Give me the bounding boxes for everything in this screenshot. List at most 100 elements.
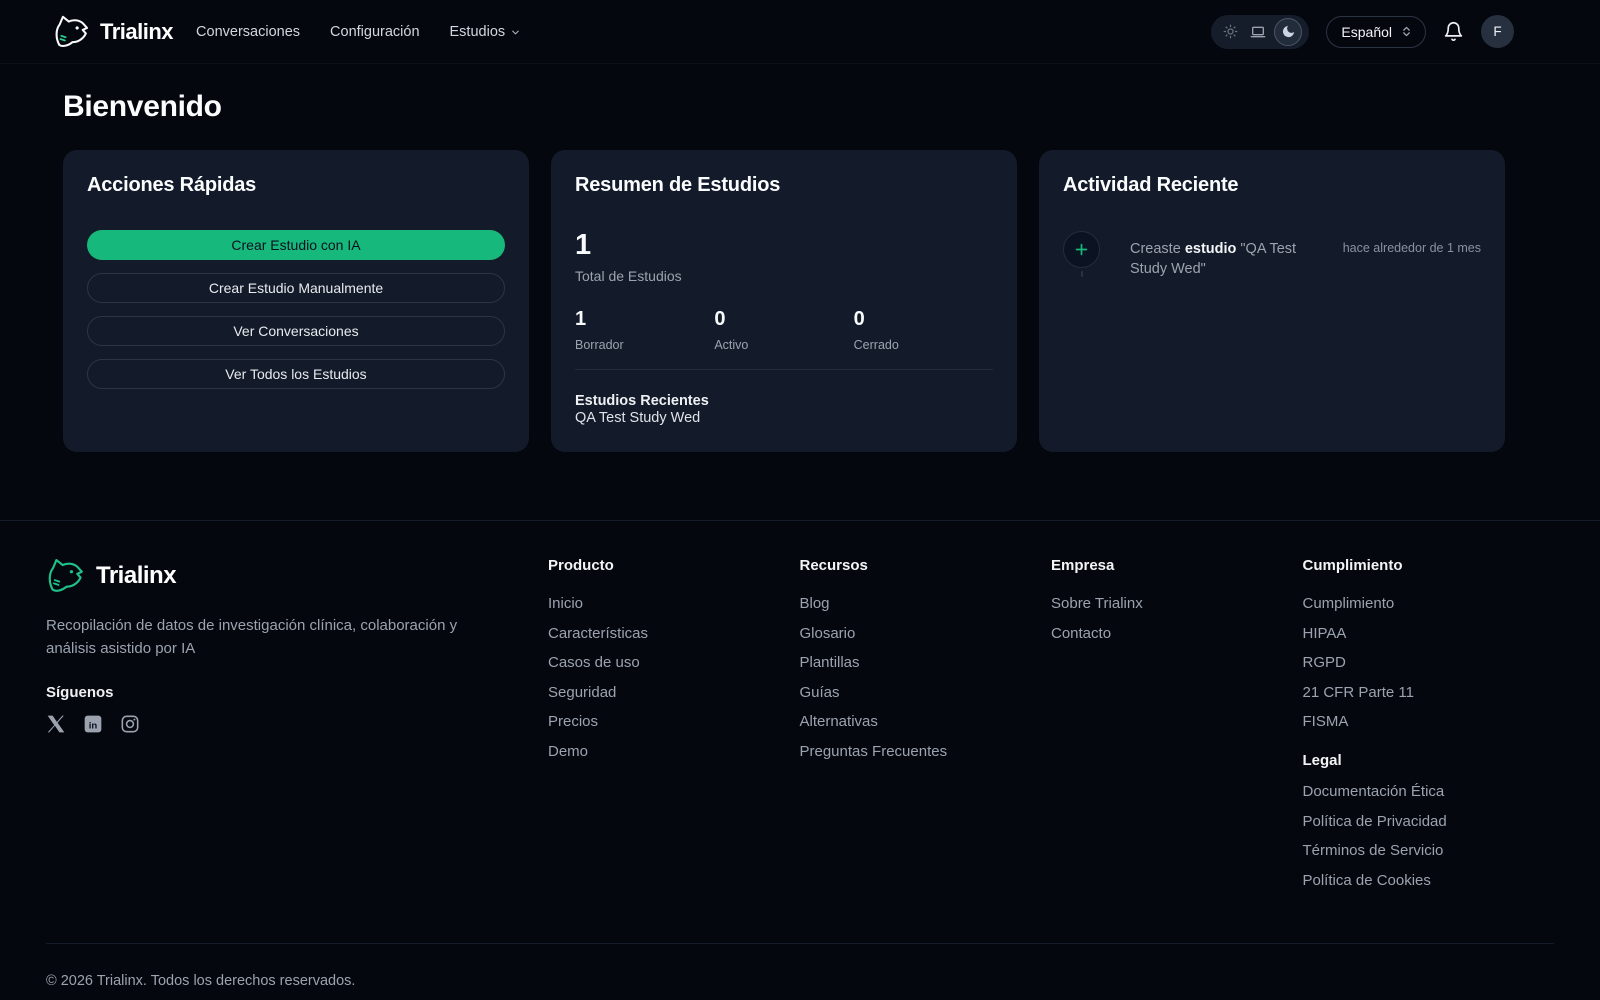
brand-logo[interactable]: Trialinx: [53, 14, 173, 49]
activity-timestamp: hace alrededor de 1 mes: [1343, 231, 1481, 255]
notifications-button[interactable]: [1443, 21, 1464, 42]
linkedin-social-link[interactable]: in: [83, 714, 103, 734]
footer-column-title: Cumplimiento: [1303, 557, 1555, 574]
footer-link-cumplimiento[interactable]: Cumplimiento: [1303, 595, 1555, 612]
moon-icon: [1281, 24, 1296, 39]
recent-activity-card: Actividad Reciente Creaste estudio "QA T…: [1039, 150, 1505, 452]
main-nav: Conversaciones Configuración Estudios: [196, 24, 521, 40]
quick-actions-buttons: Crear Estudio con IA Crear Estudio Manua…: [87, 230, 505, 389]
footer-link-precios[interactable]: Precios: [548, 713, 800, 730]
footer-link-documentacion-etica[interactable]: Documentación Ética: [1303, 783, 1555, 800]
instagram-icon: [120, 714, 140, 734]
instagram-social-link[interactable]: [120, 714, 140, 734]
recent-activity-title: Actividad Reciente: [1063, 174, 1481, 197]
footer-link-inicio[interactable]: Inicio: [548, 595, 800, 612]
user-avatar[interactable]: F: [1481, 15, 1514, 48]
copyright-text: © 2026 Trialinx. Todos los derechos rese…: [46, 973, 1554, 989]
total-studies-value: 1: [575, 231, 993, 260]
nav-link-conversaciones[interactable]: Conversaciones: [196, 24, 300, 40]
recent-study-link[interactable]: QA Test Study Wed: [575, 410, 700, 426]
dashboard-cards: Acciones Rápidas Crear Estudio con IA Cr…: [63, 150, 1505, 452]
main-content: Bienvenido Acciones Rápidas Crear Estudi…: [0, 64, 1600, 520]
bell-icon: [1443, 21, 1464, 42]
stat-draft-label: Borrador: [575, 338, 714, 352]
language-label: Español: [1341, 24, 1392, 40]
footer-link-terminos-de-servicio[interactable]: Términos de Servicio: [1303, 842, 1555, 859]
navbar-right: Español F: [1211, 15, 1514, 49]
stat-draft: 1 Borrador: [575, 309, 714, 352]
footer-link-glosario[interactable]: Glosario: [800, 625, 1052, 642]
linkedin-icon: in: [83, 714, 103, 734]
footer-column-recursos: Recursos Blog Glosario Plantillas Guías …: [800, 557, 1052, 901]
footer-link-sobre-trialinx[interactable]: Sobre Trialinx: [1051, 595, 1303, 612]
language-selector[interactable]: Español: [1326, 16, 1426, 48]
footer-column-title: Empresa: [1051, 557, 1303, 574]
footer-link-seguridad[interactable]: Seguridad: [548, 684, 800, 701]
footer-link-demo[interactable]: Demo: [548, 743, 800, 760]
footer-column-empresa: Empresa Sobre Trialinx Contacto: [1051, 557, 1303, 901]
brand-name: Trialinx: [100, 19, 173, 45]
view-all-studies-button[interactable]: Ver Todos los Estudios: [87, 359, 505, 389]
chevron-down-icon: [510, 25, 521, 38]
x-social-link[interactable]: [46, 714, 66, 734]
theme-light-button[interactable]: [1218, 20, 1242, 44]
chevrons-up-down-icon: [1400, 25, 1413, 38]
study-summary-card: Resumen de Estudios 1 Total de Estudios …: [551, 150, 1017, 452]
view-conversations-button[interactable]: Ver Conversaciones: [87, 316, 505, 346]
footer-column-title: Recursos: [800, 557, 1052, 574]
footer-column-title: Producto: [548, 557, 800, 574]
footer-brand-column: Trialinx Recopilación de datos de invest…: [46, 557, 548, 901]
footer-link-casos-de-uso[interactable]: Casos de uso: [548, 654, 800, 671]
theme-dark-button[interactable]: [1274, 18, 1302, 46]
quick-actions-title: Acciones Rápidas: [87, 174, 505, 197]
fox-logo-icon: [46, 557, 86, 594]
footer-link-caracteristicas[interactable]: Características: [548, 625, 800, 642]
footer-divider: [46, 943, 1554, 944]
footer-brand-name: Trialinx: [96, 562, 176, 590]
footer-link-alternativas[interactable]: Alternativas: [800, 713, 1052, 730]
footer-legal-title: Legal: [1303, 752, 1555, 769]
activity-icon-column: [1063, 231, 1100, 277]
activity-circle: [1063, 231, 1100, 268]
create-study-manual-button[interactable]: Crear Estudio Manualmente: [87, 273, 505, 303]
nav-link-configuracion[interactable]: Configuración: [330, 24, 419, 40]
footer-brand-logo[interactable]: Trialinx: [46, 557, 548, 594]
footer-column-producto: Producto Inicio Características Casos de…: [548, 557, 800, 901]
theme-toggle: [1211, 15, 1309, 49]
nav-link-estudios[interactable]: Estudios: [450, 24, 522, 40]
avatar-initial: F: [1493, 24, 1501, 39]
stat-active: 0 Activo: [714, 309, 853, 352]
activity-item: Creaste estudio "QA Test Study Wed" hace…: [1063, 231, 1481, 280]
footer-link-hipaa[interactable]: HIPAA: [1303, 625, 1555, 642]
footer-link-politica-de-cookies[interactable]: Política de Cookies: [1303, 872, 1555, 889]
activity-text: Creaste estudio "QA Test Study Wed": [1130, 231, 1313, 280]
svg-text:in: in: [89, 720, 98, 731]
stat-closed-label: Cerrado: [854, 338, 993, 352]
footer-link-guias[interactable]: Guías: [800, 684, 1052, 701]
plus-icon: [1073, 241, 1090, 258]
theme-system-button[interactable]: [1246, 20, 1270, 44]
footer-link-blog[interactable]: Blog: [800, 595, 1052, 612]
footer-link-preguntas-frecuentes[interactable]: Preguntas Frecuentes: [800, 743, 1052, 760]
stat-closed-value: 0: [854, 309, 993, 329]
stat-active-label: Activo: [714, 338, 853, 352]
recent-studies-title: Estudios Recientes: [575, 393, 993, 409]
study-stats-row: 1 Borrador 0 Activo 0 Cerrado: [575, 309, 993, 370]
navbar: Trialinx Conversaciones Configuración Es…: [0, 0, 1600, 64]
sun-icon: [1223, 24, 1238, 39]
footer-link-21-cfr-parte-11[interactable]: 21 CFR Parte 11: [1303, 684, 1555, 701]
footer-link-politica-de-privacidad[interactable]: Política de Privacidad: [1303, 813, 1555, 830]
timeline-connector: [1081, 271, 1083, 277]
footer-link-plantillas[interactable]: Plantillas: [800, 654, 1052, 671]
stat-active-value: 0: [714, 309, 853, 329]
footer-grid: Trialinx Recopilación de datos de invest…: [46, 557, 1554, 901]
footer-link-contacto[interactable]: Contacto: [1051, 625, 1303, 642]
footer-link-rgpd[interactable]: RGPD: [1303, 654, 1555, 671]
footer-link-fisma[interactable]: FISMA: [1303, 713, 1555, 730]
footer: Trialinx Recopilación de datos de invest…: [0, 520, 1600, 1000]
create-study-ai-button[interactable]: Crear Estudio con IA: [87, 230, 505, 260]
fox-logo-icon: [53, 14, 91, 49]
study-summary-title: Resumen de Estudios: [575, 174, 993, 197]
total-studies-label: Total de Estudios: [575, 268, 993, 284]
footer-description: Recopilación de datos de investigación c…: [46, 614, 486, 661]
